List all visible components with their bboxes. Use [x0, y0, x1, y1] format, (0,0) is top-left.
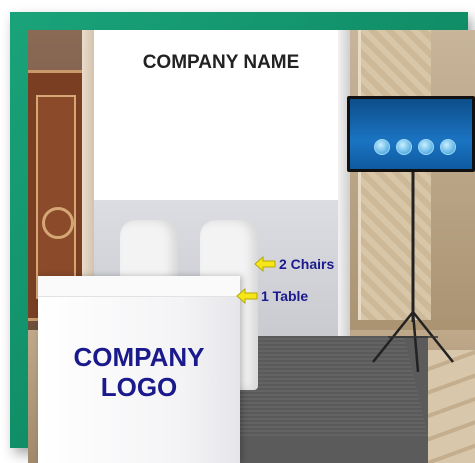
- screen-icon: [440, 139, 456, 155]
- table-top: [38, 276, 240, 297]
- company-logo-text: COMPANY LOGO: [38, 342, 240, 402]
- table-label: 1 Table: [261, 288, 309, 304]
- chairs-callout: 2 Chairs: [254, 256, 334, 272]
- screen-icon: [374, 139, 390, 155]
- screen-icon: [396, 139, 412, 155]
- chairs-label: 2 Chairs: [279, 256, 335, 272]
- monitor-screen: [350, 99, 472, 169]
- tv-stand-tripod: [372, 172, 454, 372]
- booth-photo: COMPANY NAME COMPANY LOGO 2 Chairs 1 Tab…: [28, 30, 475, 463]
- arrow-left-icon: [254, 256, 276, 272]
- company-logo-line1: COMPANY: [73, 342, 205, 372]
- arrow-left-icon: [236, 288, 258, 304]
- company-name-sign: COMPANY NAME: [142, 52, 300, 73]
- tv-monitor: [347, 96, 475, 172]
- screen-icon: [418, 139, 434, 155]
- door-panel: [36, 95, 76, 299]
- company-logo-line2: LOGO: [100, 372, 178, 402]
- table-callout: 1 Table: [236, 288, 308, 304]
- door-ornament: [42, 207, 74, 239]
- booth-side-wall: [338, 30, 350, 350]
